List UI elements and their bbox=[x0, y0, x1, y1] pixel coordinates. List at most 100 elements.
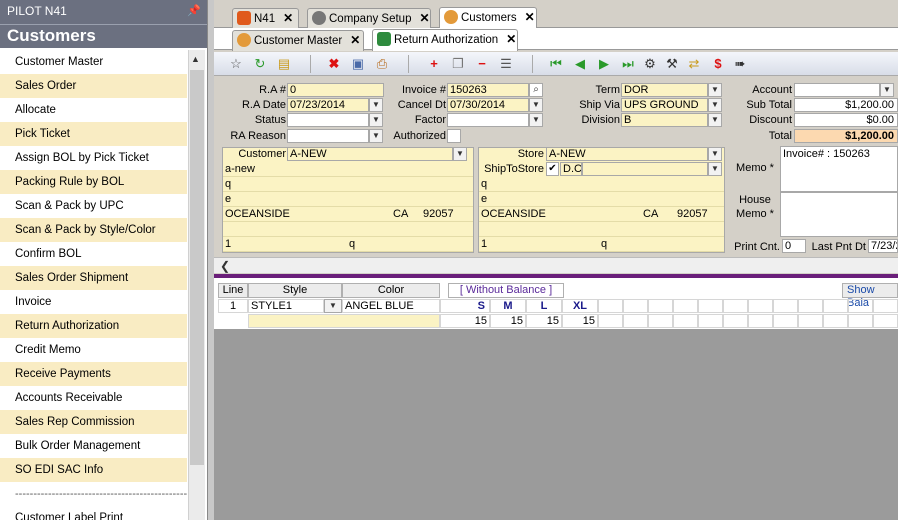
without-balance-button[interactable]: [ Without Balance ] bbox=[448, 283, 564, 298]
tab-customers[interactable]: Customers ✕ bbox=[439, 7, 537, 29]
close-icon[interactable]: ✕ bbox=[419, 11, 429, 25]
close-icon[interactable]: ✕ bbox=[525, 10, 535, 24]
scroll-thumb[interactable] bbox=[190, 70, 204, 465]
print-icon[interactable]: ⎙ bbox=[374, 56, 390, 72]
customer-blank-row[interactable] bbox=[223, 222, 473, 237]
sidebar-item[interactable]: Bulk Order Management bbox=[0, 434, 187, 458]
sidebar-item[interactable]: Return Authorization bbox=[0, 314, 187, 338]
sidebar-item[interactable]: Allocate bbox=[0, 98, 187, 122]
empty-cell[interactable] bbox=[798, 314, 823, 328]
empty-cell[interactable] bbox=[773, 314, 798, 328]
col-style-header[interactable]: Style bbox=[248, 283, 342, 298]
empty-cell[interactable] bbox=[798, 299, 823, 313]
scroll-left-icon[interactable]: ❮ bbox=[220, 259, 230, 273]
empty-cell[interactable] bbox=[723, 299, 748, 313]
empty-cell[interactable] bbox=[648, 299, 673, 313]
ra-date-field[interactable]: 07/23/2014 bbox=[287, 98, 369, 112]
empty-cell[interactable] bbox=[748, 314, 773, 328]
chevron-down-icon[interactable]: ▼ bbox=[369, 98, 383, 112]
settings-icon[interactable]: ⚒ bbox=[664, 56, 680, 72]
store-zip[interactable]: 92057 bbox=[675, 207, 724, 222]
store-state[interactable]: CA bbox=[641, 207, 675, 222]
delete-icon[interactable]: ✖ bbox=[326, 56, 342, 72]
show-balance-button[interactable]: Show Bala bbox=[842, 283, 898, 309]
customer-fax[interactable]: q bbox=[347, 237, 473, 252]
sidebar-item[interactable]: Scan & Pack by Style/Color bbox=[0, 218, 187, 242]
account-select[interactable] bbox=[794, 83, 880, 97]
empty-cell[interactable] bbox=[673, 299, 698, 313]
chevron-down-icon[interactable]: ▼ bbox=[880, 83, 894, 97]
size-qty-cell[interactable]: 15 bbox=[526, 314, 562, 328]
empty-cell[interactable] bbox=[598, 314, 623, 328]
list-icon[interactable]: ☰ bbox=[498, 56, 514, 72]
empty-cell[interactable] bbox=[848, 299, 873, 313]
empty-cell[interactable] bbox=[623, 299, 648, 313]
empty-cell[interactable] bbox=[598, 299, 623, 313]
empty-cell[interactable] bbox=[698, 314, 723, 328]
row-line-number[interactable]: 1 bbox=[218, 299, 248, 313]
empty-cell[interactable] bbox=[773, 299, 798, 313]
size-qty-cell[interactable]: 15 bbox=[562, 314, 598, 328]
empty-cell[interactable] bbox=[848, 314, 873, 328]
customer-city[interactable]: OCEANSIDE bbox=[223, 207, 391, 222]
chevron-down-icon[interactable]: ▼ bbox=[708, 162, 722, 176]
cancel-date-field[interactable]: 07/30/2014 bbox=[447, 98, 529, 112]
customer-address2[interactable]: e bbox=[223, 192, 473, 207]
row-style-cell[interactable]: STYLE1 bbox=[248, 299, 324, 313]
sidebar-item[interactable]: Packing Rule by BOL bbox=[0, 170, 187, 194]
customer-field[interactable]: A-NEW bbox=[287, 147, 453, 161]
sidebar-item[interactable]: Receive Payments bbox=[0, 362, 187, 386]
sidebar-item[interactable]: Sales Order bbox=[0, 74, 187, 98]
empty-cell[interactable] bbox=[673, 314, 698, 328]
last-record-icon[interactable]: ⏭ bbox=[620, 56, 636, 72]
memo-field[interactable]: Invoice# : 150263 bbox=[780, 146, 898, 192]
close-icon[interactable]: ✕ bbox=[350, 33, 360, 47]
tab-company-setup[interactable]: Company Setup ✕ bbox=[307, 8, 431, 29]
sidebar-item[interactable]: Assign BOL by Pick Ticket bbox=[0, 146, 187, 170]
chevron-down-icon[interactable]: ▼ bbox=[369, 129, 383, 143]
sidebar-item[interactable]: Pick Ticket bbox=[0, 122, 187, 146]
empty-cell[interactable] bbox=[823, 314, 848, 328]
close-icon[interactable]: ✕ bbox=[283, 11, 293, 25]
customer-zip[interactable]: 92057 bbox=[421, 207, 473, 222]
size-qty-cell[interactable]: 15 bbox=[440, 314, 490, 328]
horizontal-scrollbar[interactable]: ❮ bbox=[214, 257, 898, 273]
export-icon[interactable]: ⚙ bbox=[642, 56, 658, 72]
chevron-down-icon[interactable]: ▼ bbox=[529, 98, 543, 112]
authorized-checkbox[interactable] bbox=[447, 129, 461, 143]
sidebar-item[interactable]: Customer Label Print bbox=[0, 506, 187, 520]
chevron-down-icon[interactable]: ▼ bbox=[369, 113, 383, 127]
previous-record-icon[interactable]: ◀ bbox=[572, 56, 588, 72]
customer-phone[interactable]: 1 bbox=[223, 237, 347, 252]
sidebar-item[interactable]: Customer Master bbox=[0, 50, 187, 74]
refresh-icon[interactable]: ↻ bbox=[252, 56, 268, 72]
house-memo-field[interactable] bbox=[780, 192, 898, 237]
store-field[interactable]: A-NEW bbox=[546, 147, 708, 161]
scroll-up-icon[interactable]: ▲ bbox=[191, 54, 200, 64]
chevron-down-icon[interactable]: ▼ bbox=[708, 83, 722, 97]
empty-cell[interactable] bbox=[823, 299, 848, 313]
tab-customer-master[interactable]: Customer Master ✕ bbox=[232, 30, 364, 51]
term-field[interactable]: DOR bbox=[621, 83, 708, 97]
ship-to-store-select[interactable] bbox=[582, 162, 708, 176]
factor-select[interactable] bbox=[447, 113, 529, 127]
remove-row-icon[interactable]: − bbox=[474, 56, 490, 72]
status-select[interactable] bbox=[287, 113, 369, 127]
tab-n41[interactable]: N41 ✕ bbox=[232, 8, 299, 29]
customer-name[interactable]: a-new bbox=[223, 162, 473, 177]
size-qty-cell[interactable]: 15 bbox=[490, 314, 526, 328]
save-icon[interactable]: ▣ bbox=[350, 56, 366, 72]
chevron-down-icon[interactable]: ▼ bbox=[529, 113, 543, 127]
first-record-icon[interactable]: ⏮ bbox=[548, 56, 564, 72]
store-blank-row[interactable] bbox=[479, 222, 724, 237]
exit-icon[interactable]: ➠ bbox=[732, 56, 748, 72]
chevron-down-icon[interactable]: ▼ bbox=[708, 147, 722, 161]
sidebar-item[interactable]: Accounts Receivable bbox=[0, 386, 187, 410]
tab-return-authorization[interactable]: Return Authorization ✕ bbox=[372, 29, 518, 51]
invoice-field[interactable]: 150263 bbox=[447, 83, 529, 97]
ra-number-field[interactable]: 0 bbox=[287, 83, 384, 97]
store-fax[interactable]: q bbox=[599, 237, 724, 252]
store-address2[interactable]: e bbox=[479, 192, 724, 207]
empty-cell[interactable] bbox=[748, 299, 773, 313]
add-row-icon[interactable]: + bbox=[426, 56, 442, 72]
